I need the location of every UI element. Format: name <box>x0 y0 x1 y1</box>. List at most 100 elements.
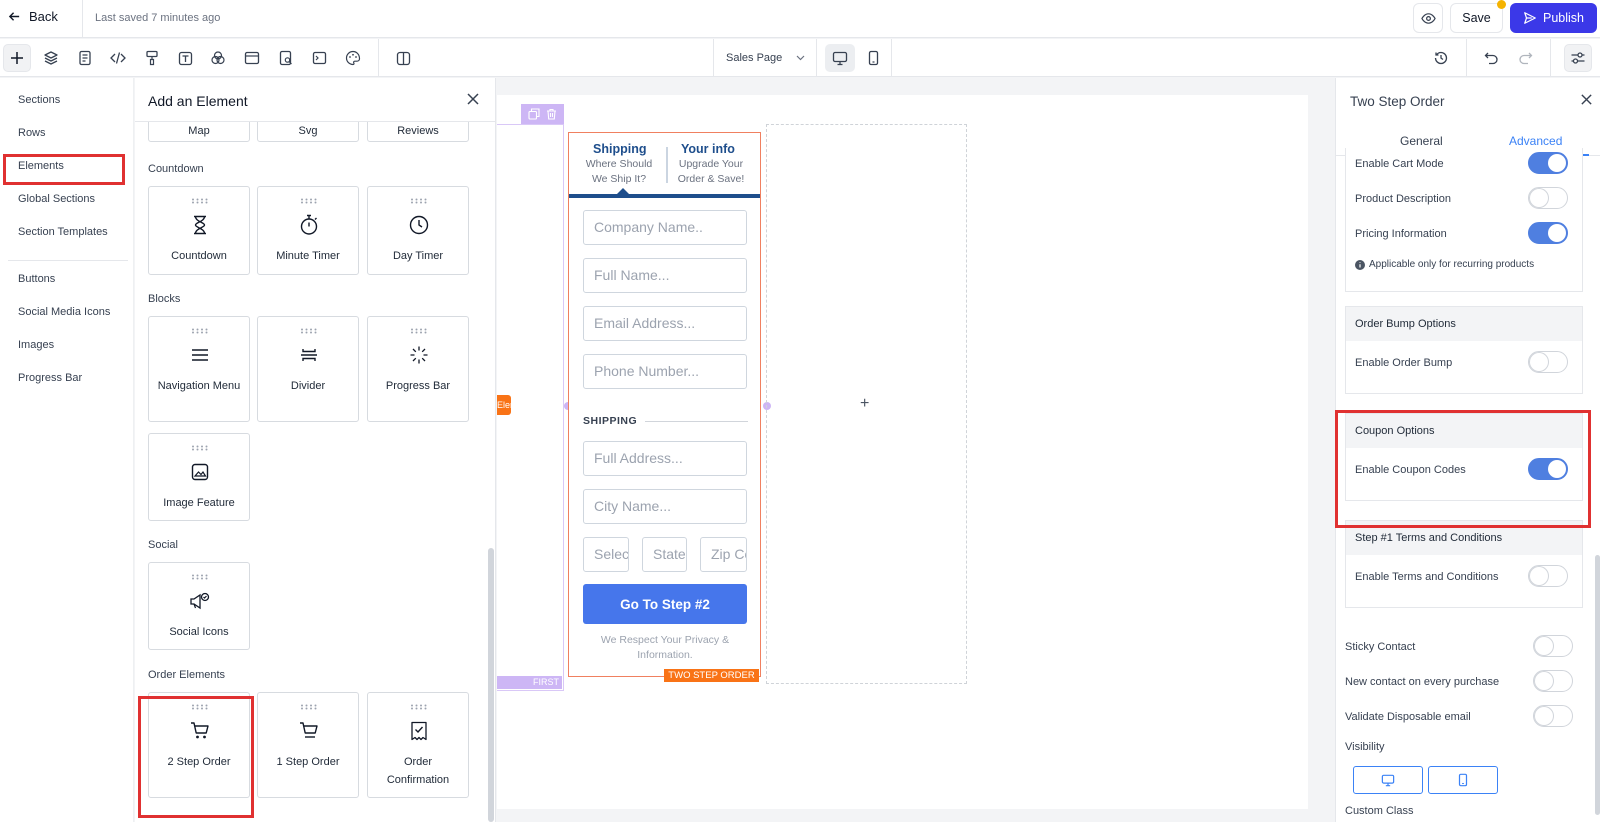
split-view-button[interactable] <box>389 44 417 72</box>
visibility-mobile-button[interactable] <box>1428 766 1498 794</box>
pages-button[interactable] <box>71 44 99 72</box>
full-address-field[interactable]: Full Address... <box>583 441 747 476</box>
step-1-title[interactable]: Shipping <box>593 142 646 156</box>
element-card-label: Map <box>188 125 210 137</box>
back-button[interactable]: Back <box>8 9 58 24</box>
panel-scrollbar[interactable] <box>488 548 494 822</box>
element-card-social-icons[interactable]: Social Icons <box>148 562 250 650</box>
order-bump-toggle[interactable] <box>1528 351 1568 373</box>
nav-item-global-sections[interactable]: Global Sections <box>18 193 95 205</box>
preview-button[interactable] <box>1413 3 1443 33</box>
zip-field[interactable]: Zip Code <box>700 537 747 572</box>
close-panel-button[interactable] <box>466 92 480 106</box>
theme-button[interactable] <box>339 44 367 72</box>
nav-item-rows[interactable]: Rows <box>18 127 46 139</box>
tracking-code-button[interactable] <box>305 44 333 72</box>
text-icon <box>178 51 193 66</box>
last-saved-status: Last saved 7 minutes ago <box>95 12 221 24</box>
code-icon <box>110 51 126 65</box>
terms-toggle[interactable] <box>1528 565 1568 587</box>
highlight-box <box>1335 410 1591 528</box>
mobile-view-button[interactable] <box>858 44 888 72</box>
two-step-order-form[interactable]: Shipping Where Should We Ship It? Your i… <box>568 132 761 677</box>
nav-item-social-media-icons[interactable]: Social Media Icons <box>18 306 110 318</box>
page-select-label: Sales Page <box>726 52 783 64</box>
styles-button[interactable] <box>138 44 166 72</box>
step-2-title[interactable]: Your info <box>681 142 735 156</box>
seo-button[interactable] <box>272 44 300 72</box>
heading-text: Order Bump Options <box>1355 318 1456 330</box>
sticky-contact-label: Sticky Contact <box>1345 641 1416 653</box>
colors-button[interactable] <box>204 44 232 72</box>
element-card-day-timer[interactable]: Day Timer <box>367 186 469 275</box>
element-card-progress-bar[interactable]: Progress Bar <box>367 316 469 422</box>
palette-icon <box>345 50 361 66</box>
go-to-step-2-button[interactable]: Go To Step #2 <box>583 584 747 624</box>
state-field[interactable]: State <box>642 537 687 572</box>
category-blocks: Blocks <box>148 293 181 305</box>
layers-button[interactable] <box>37 44 65 72</box>
panel-title: Add an Element <box>148 93 248 109</box>
desktop-icon <box>1381 774 1395 787</box>
settings-scrollbar[interactable] <box>1595 555 1600 815</box>
company-name-field[interactable]: Company Name.. <box>583 210 747 245</box>
element-card-countdown[interactable]: Countdown <box>148 186 250 275</box>
typography-button[interactable] <box>171 44 199 72</box>
validate-email-toggle[interactable] <box>1533 705 1573 727</box>
divider <box>378 39 379 77</box>
visibility-desktop-button[interactable] <box>1353 766 1423 794</box>
undo-button[interactable] <box>1477 44 1505 72</box>
divider <box>666 147 668 183</box>
trash-icon[interactable] <box>546 108 557 120</box>
close-settings-button[interactable] <box>1580 93 1593 106</box>
enable-cart-mode-label: Enable Cart Mode <box>1355 158 1444 170</box>
redo-button[interactable] <box>1511 44 1539 72</box>
country-select[interactable]: Select Country <box>583 537 629 572</box>
blend-icon <box>210 50 226 66</box>
add-button[interactable] <box>3 44 31 72</box>
back-label: Back <box>29 9 58 24</box>
nav-item-buttons[interactable]: Buttons <box>18 273 55 285</box>
publish-button[interactable]: Publish <box>1510 3 1597 33</box>
desktop-view-button[interactable] <box>825 44 855 72</box>
element-card-navigation-menu[interactable]: Navigation Menu <box>148 316 250 422</box>
element-card-1-step-order[interactable]: 1 Step Order <box>257 692 359 798</box>
phone-field[interactable]: Phone Number... <box>583 354 747 389</box>
page-select[interactable]: Sales Page <box>713 39 817 77</box>
enable-terms-label: Enable Terms and Conditions <box>1355 571 1499 583</box>
email-field[interactable]: Email Address... <box>583 306 747 341</box>
nav-item-sections[interactable]: Sections <box>18 94 60 106</box>
element-card-label: Minute Timer <box>276 250 340 262</box>
code-button[interactable] <box>104 44 132 72</box>
divider <box>82 0 83 38</box>
city-field[interactable]: City Name... <box>583 489 747 524</box>
version-history-button[interactable] <box>1427 44 1455 72</box>
product-description-toggle[interactable] <box>1528 187 1568 209</box>
add-element-plus-icon[interactable]: + <box>860 395 869 413</box>
tab-general[interactable]: General <box>1400 134 1443 148</box>
nav-item-progress-bar[interactable]: Progress Bar <box>18 372 82 384</box>
sticky-contact-toggle[interactable] <box>1533 635 1573 657</box>
nav-item-section-templates[interactable]: Section Templates <box>18 226 108 238</box>
editor-toolbar: Sales Page <box>0 39 1600 77</box>
element-card-divider[interactable]: Divider <box>257 316 359 422</box>
mobile-icon <box>868 50 879 66</box>
layout-button[interactable] <box>238 44 266 72</box>
duplicate-icon[interactable] <box>528 108 540 120</box>
highlight-box <box>3 154 125 185</box>
settings-button[interactable] <box>1564 44 1592 72</box>
nav-item-images[interactable]: Images <box>18 339 54 351</box>
drag-handle-icon <box>191 445 209 451</box>
new-contact-toggle[interactable] <box>1533 670 1573 692</box>
element-card-minute-timer[interactable]: Minute Timer <box>257 186 359 275</box>
element-tag[interactable]: Element <box>497 395 511 415</box>
element-card-image-feature[interactable]: Image Feature <box>148 433 250 521</box>
cart-mode-toggle[interactable] <box>1528 152 1568 174</box>
full-name-field[interactable]: Full Name... <box>583 258 747 293</box>
element-label: TWO STEP ORDER <box>664 669 759 682</box>
element-card-order-confirmation[interactable]: Order Confirmation <box>367 692 469 798</box>
save-button[interactable]: Save <box>1450 3 1503 33</box>
pricing-information-toggle[interactable] <box>1528 222 1568 244</box>
terminal-icon <box>312 51 327 65</box>
tab-advanced[interactable]: Advanced <box>1509 134 1562 148</box>
